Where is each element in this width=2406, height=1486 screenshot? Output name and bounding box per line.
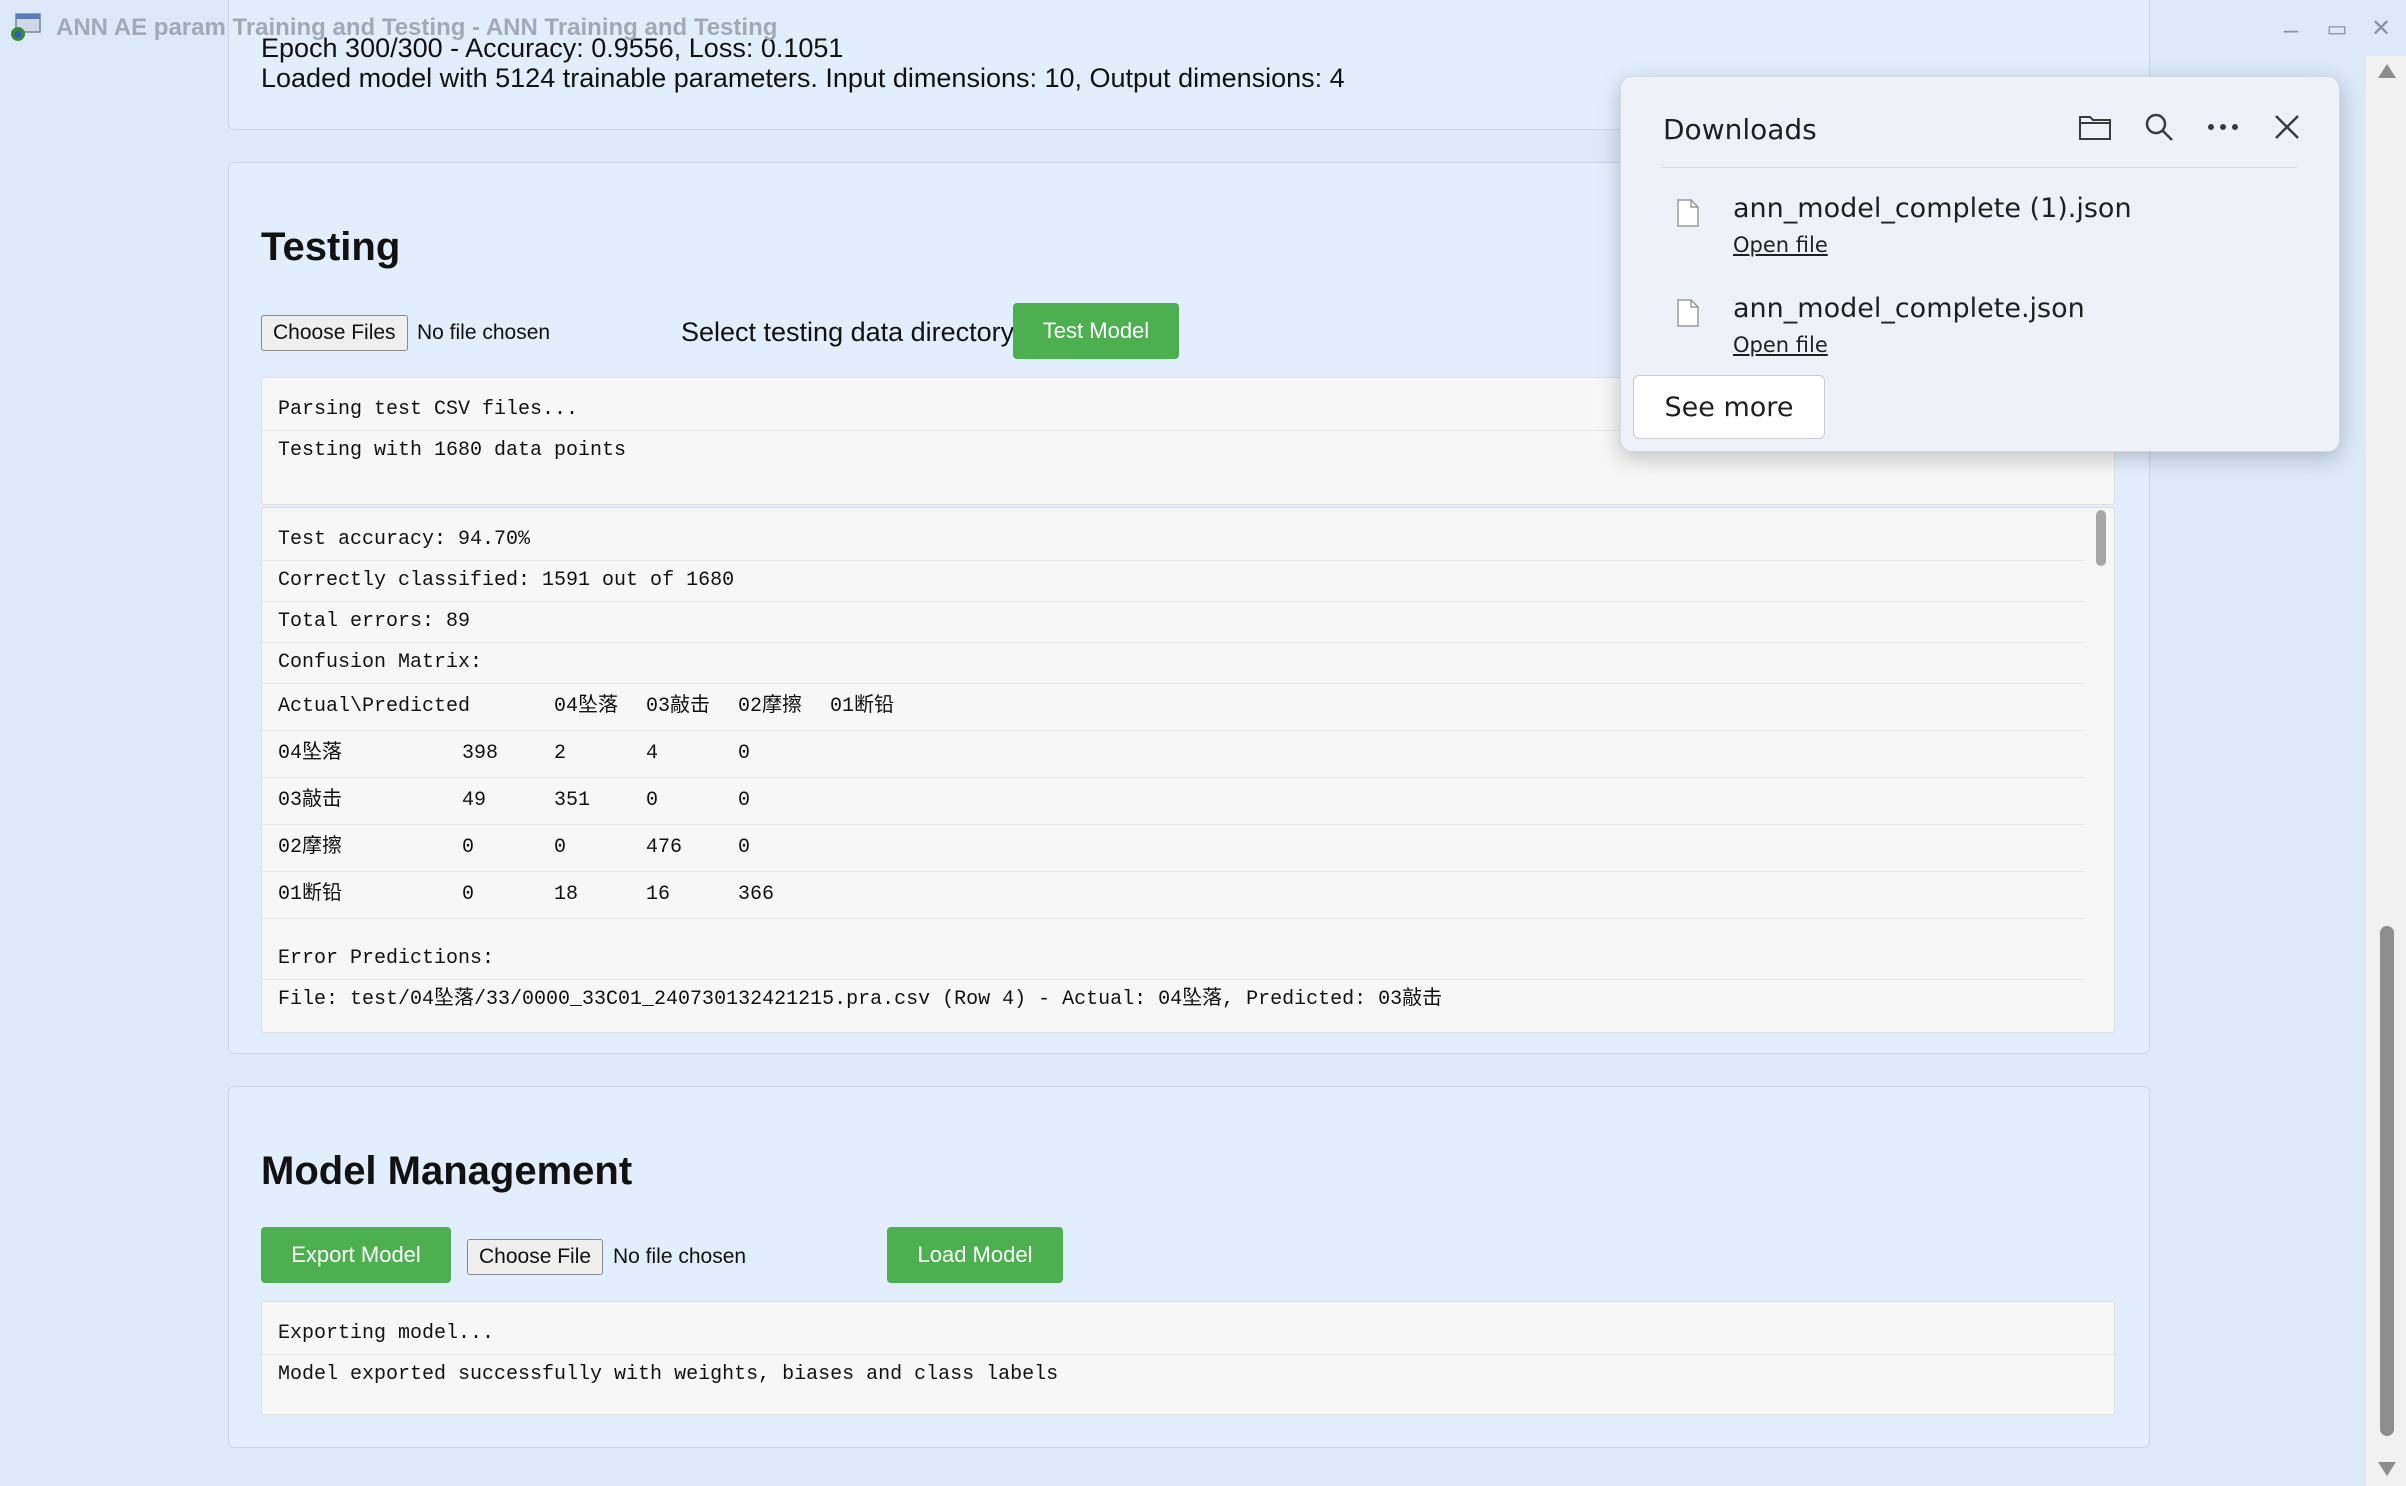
maximize-button[interactable]: ▭ [2322,14,2352,44]
window-title: ANN AE param Training and Testing - ANN … [56,14,778,41]
cm-cell: 476 [646,836,683,859]
cm-header-cell: Actual\Predicted [278,695,471,718]
no-file-chosen-text: No file chosen [417,321,551,344]
cm-cell: 16 [646,883,671,906]
confusion-matrix-header: Actual\Predicted 04坠落 03敲击 02摩擦 01断铅 [262,684,2084,731]
model-log: Exporting model... Model exported succes… [261,1301,2115,1415]
downloads-title: Downloads [1663,113,1817,146]
error-predictions-title: Error Predictions: [262,939,2084,980]
cm-cell: 4 [646,742,659,765]
see-more-button[interactable]: See more [1633,375,1825,439]
file-icon [1677,299,1699,327]
cm-cell: 04坠落 [278,742,343,765]
testing-dir-label: Select testing data directory [681,317,1015,347]
cm-cell: 0 [738,742,751,765]
cm-cell: 0 [738,789,751,812]
test-results[interactable]: Test accuracy: 94.70% Correctly classifi… [261,507,2115,1033]
cm-header-cell: 04坠落 [554,695,619,718]
download-item[interactable]: ann_model_complete (1).json Open file [1657,187,2297,277]
confusion-matrix-row: 01断铅 0 18 16 366 [262,872,2084,919]
download-file-name: ann_model_complete.json [1733,293,2085,324]
scrollbar-thumb[interactable] [2380,926,2394,1436]
cm-header-cell: 01断铅 [830,695,895,718]
app-icon [11,13,41,41]
cm-cell: 18 [554,883,579,906]
cm-cell: 0 [462,883,475,906]
results-scrollbar[interactable] [2096,510,2106,566]
errors-line: Total errors: 89 [262,602,2084,643]
cm-cell: 0 [554,836,567,859]
model-management-heading: Model Management [261,1149,633,1193]
confusion-matrix-row: 03敲击 49 351 0 0 [262,778,2084,825]
scroll-up-arrow-icon[interactable] [2378,64,2396,78]
search-icon[interactable] [2137,105,2181,149]
cm-cell: 0 [462,836,475,859]
download-item[interactable]: ann_model_complete.json Open file [1657,287,2297,377]
more-icon[interactable] [2201,105,2245,149]
open-file-link[interactable]: Open file [1733,333,1828,357]
no-file-chosen-text: No file chosen [613,1245,747,1268]
correct-line: Correctly classified: 1591 out of 1680 [262,561,2084,602]
load-model-button[interactable]: Load Model [887,1227,1063,1283]
cm-cell: 0 [646,789,659,812]
close-window-button[interactable]: ✕ [2366,14,2396,44]
log-line: Exporting model... [262,1314,2114,1355]
download-file-name: ann_model_complete (1).json [1733,193,2132,224]
scroll-down-arrow-icon[interactable] [2378,1462,2396,1476]
testing-heading: Testing [261,225,401,269]
file-icon [1677,199,1699,227]
confusion-matrix-row: 02摩擦 0 0 476 0 [262,825,2084,872]
folder-icon[interactable] [2073,105,2117,149]
cm-cell: 0 [738,836,751,859]
downloads-divider [1661,167,2297,168]
downloads-panel: Downloads ann_model_complete (1).json Op… [1620,76,2340,452]
loaded-model-line: Loaded model with 5124 trainable paramet… [261,63,1345,93]
title-bar: ANN AE param Training and Testing - ANN … [0,0,2406,56]
cm-cell: 49 [462,789,487,812]
open-file-link[interactable]: Open file [1733,233,1828,257]
cm-cell: 02摩擦 [278,836,343,859]
minimize-button[interactable]: – [2276,14,2306,44]
error-prediction-line: File: test/04坠落/33/0000_33C01_2407301324… [278,988,1443,1011]
cm-cell: 01断铅 [278,883,343,906]
cm-header-cell: 02摩擦 [738,695,803,718]
cm-cell: 398 [462,742,499,765]
cm-cell: 03敲击 [278,789,343,812]
export-model-button[interactable]: Export Model [261,1227,451,1283]
choose-files-button[interactable]: Choose Files [261,315,408,351]
cm-cell: 366 [738,883,775,906]
cm-cell: 351 [554,789,591,812]
test-model-button[interactable]: Test Model [1013,303,1179,359]
choose-file-button[interactable]: Choose File [467,1239,604,1275]
model-management-card: Model Management Export Model Choose Fil… [228,1086,2150,1448]
confusion-matrix-row: 04坠落 398 2 4 0 [262,731,2084,778]
accuracy-line: Test accuracy: 94.70% [262,520,2084,561]
close-icon[interactable] [2265,105,2309,149]
cm-cell: 2 [554,742,567,765]
cm-header-cell: 03敲击 [646,695,711,718]
page-scrollbar[interactable] [2366,56,2406,1486]
log-line: Model exported successfully with weights… [278,1363,1059,1386]
confusion-matrix-title: Confusion Matrix: [262,643,2084,684]
